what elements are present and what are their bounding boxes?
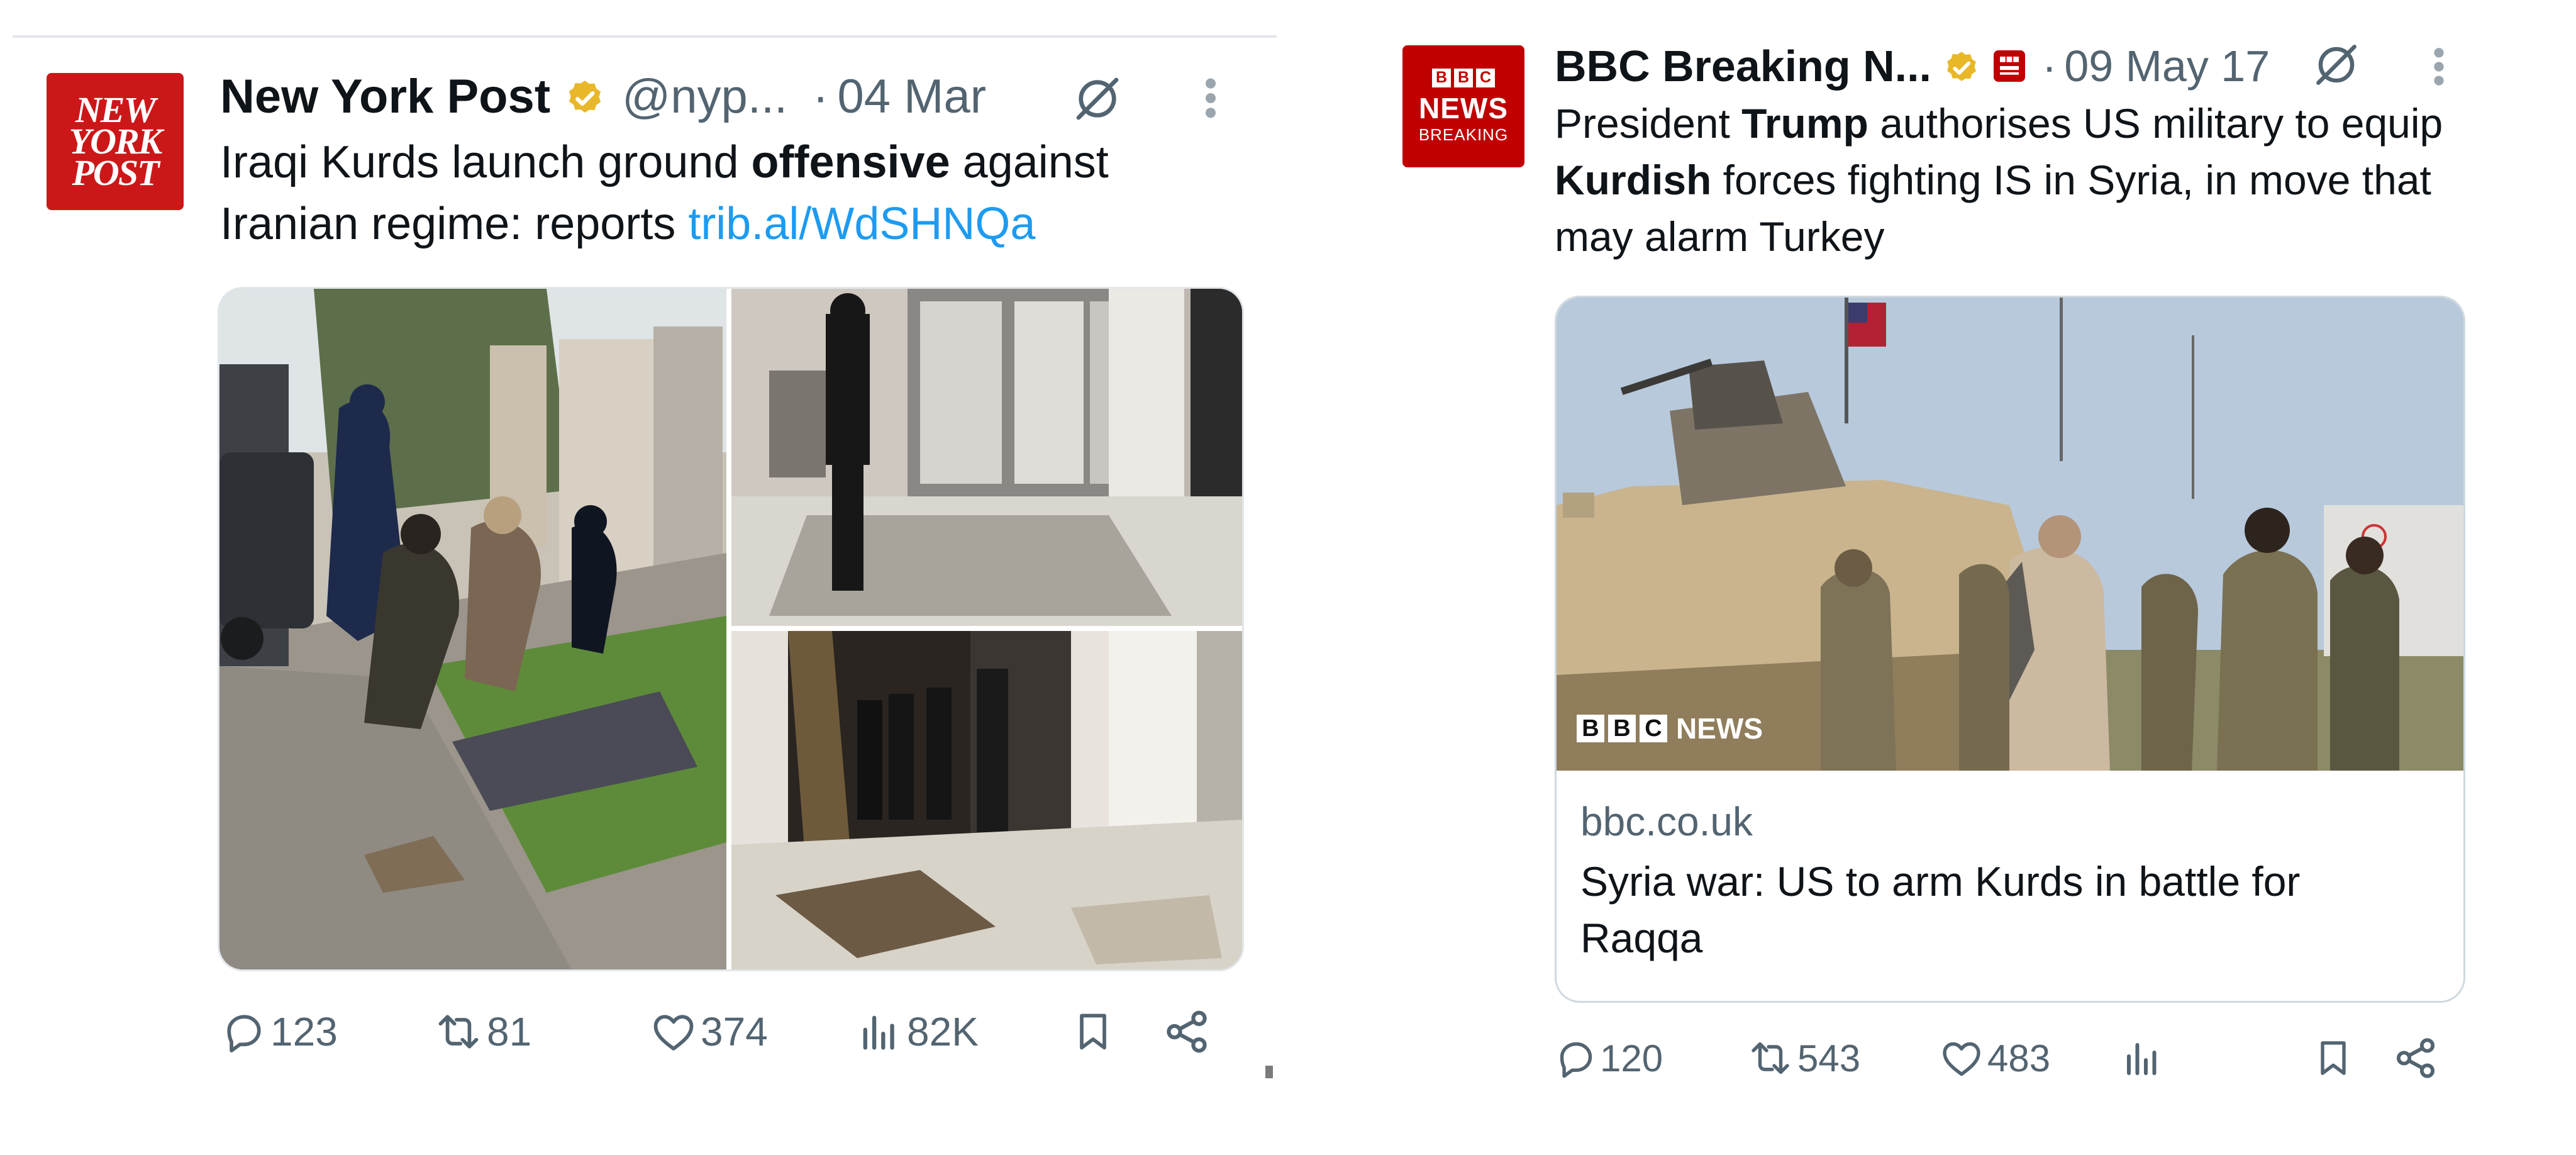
avatar-breaking-text: BREAKING — [1418, 125, 1509, 144]
account-name[interactable]: New York Post — [220, 69, 550, 124]
scroll-marker — [1265, 1066, 1273, 1078]
text-segment: President — [1555, 100, 1742, 147]
more-icon[interactable] — [1198, 73, 1223, 123]
bbc-logo-blocks: B B C — [1432, 68, 1495, 87]
watermark-block: C — [1640, 715, 1667, 742]
grok-icon[interactable] — [2309, 38, 2363, 92]
repost-icon — [438, 1015, 479, 1049]
card-title[interactable]: Syria war: US to arm Kurds in battle for… — [1580, 854, 2423, 967]
card-image — [1557, 298, 2463, 771]
bookmark-icon — [1080, 1013, 1106, 1050]
avatar-news-text: NEWS — [1419, 91, 1508, 125]
reply-button[interactable]: 123 — [220, 1007, 338, 1057]
bbc-news-watermark: B B C NEWS — [1577, 711, 1763, 745]
separator-dot: · — [813, 69, 829, 123]
watermark-block: B — [1577, 715, 1604, 742]
share-button[interactable] — [1162, 1007, 1211, 1057]
share-button[interactable] — [2392, 1033, 2439, 1083]
bbc-block: B — [1454, 68, 1473, 87]
views-icon — [863, 1015, 894, 1050]
bbc-block: B — [1432, 68, 1451, 87]
views-icon — [2127, 1043, 2157, 1075]
tweet-date[interactable]: 04 Mar — [837, 69, 986, 124]
separator-dot: · — [2042, 42, 2057, 91]
reply-button[interactable]: 120 — [1553, 1033, 1663, 1083]
share-icon — [1167, 1010, 1207, 1053]
text-bold-segment: offensive — [751, 137, 950, 187]
reply-icon — [1560, 1042, 1592, 1078]
text-segment: Iraqi Kurds launch ground — [220, 137, 752, 187]
account-handle[interactable]: @nyp... — [622, 69, 787, 124]
nypost-avatar[interactable]: NEW YORK POST — [47, 73, 184, 210]
tweet-link[interactable]: trib.al/WdSHNQa — [688, 199, 1035, 249]
tweet-header: BBC Breaking N... · 09 May 17 — [1555, 38, 2270, 94]
bookmark-icon — [2321, 1041, 2346, 1075]
more-icon[interactable] — [2426, 43, 2451, 91]
tweet-date[interactable]: 09 May 17 — [2064, 41, 2270, 91]
tweet-header: New York Post @nyp... · 04 Mar — [220, 68, 986, 125]
repost-button[interactable]: 81 — [431, 1007, 531, 1057]
text-segment: authorises US military to equip — [1868, 100, 2443, 147]
share-icon — [2396, 1038, 2435, 1078]
like-button[interactable]: 483 — [1938, 1033, 2050, 1083]
affiliate-badge-icon — [1990, 47, 2028, 85]
media-grid — [218, 287, 1244, 971]
like-icon — [653, 1015, 694, 1051]
like-icon — [1943, 1042, 1980, 1076]
reply-count: 123 — [270, 1009, 338, 1054]
verified-badge-icon — [563, 74, 607, 118]
tweet-text: President Trump authorises US military t… — [1555, 96, 2479, 265]
text-bold-segment: Kurdish — [1555, 156, 1712, 203]
like-count: 483 — [1987, 1037, 2051, 1080]
text-bold-segment: Trump — [1741, 100, 1868, 147]
bookmark-button[interactable] — [1070, 1007, 1116, 1057]
repost-button[interactable]: 543 — [1745, 1033, 1860, 1083]
reply-count: 120 — [1600, 1037, 1663, 1080]
bbc-avatar[interactable]: B B C NEWS BREAKING — [1402, 45, 1524, 167]
account-name[interactable]: BBC Breaking N... — [1555, 41, 1931, 91]
card-domain: bbc.co.uk — [1580, 799, 1753, 844]
grok-icon[interactable] — [1069, 70, 1126, 127]
link-preview-card[interactable]: B B C NEWS bbc.co.uk Syria war: US to ar… — [1555, 296, 2465, 1003]
repost-count: 81 — [487, 1009, 532, 1054]
media-photo-interior[interactable] — [731, 289, 1242, 626]
verified-badge-icon — [1941, 46, 1982, 86]
media-photo-hallway[interactable] — [731, 631, 1242, 969]
repost-icon — [1752, 1042, 1789, 1074]
views-button[interactable]: 82K — [855, 1007, 979, 1057]
reply-icon — [227, 1015, 261, 1052]
watermark-block: B — [1608, 715, 1636, 742]
watermark-text: NEWS — [1676, 712, 1763, 745]
views-button[interactable] — [2119, 1033, 2165, 1083]
repost-count: 543 — [1797, 1037, 1861, 1080]
bbc-block: C — [1476, 68, 1495, 87]
like-button[interactable]: 374 — [649, 1007, 768, 1057]
avatar-text-line: POST — [72, 152, 160, 193]
like-count: 374 — [701, 1009, 768, 1054]
views-count: 82K — [907, 1009, 979, 1054]
tweet-text: Iraqi Kurds launch ground offensive agai… — [220, 132, 1239, 255]
timeline-divider — [13, 35, 1277, 38]
media-photo-family[interactable] — [219, 289, 726, 969]
bookmark-button[interactable] — [2312, 1033, 2355, 1083]
